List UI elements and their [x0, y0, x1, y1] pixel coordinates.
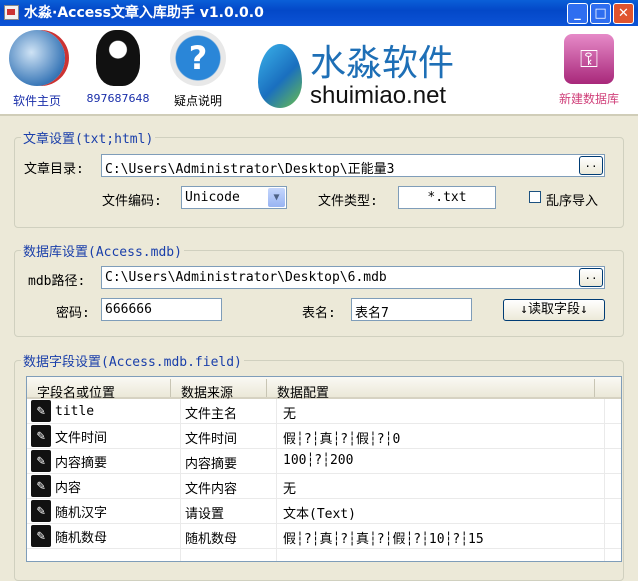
- edit-pencil-icon[interactable]: ✎: [31, 525, 51, 547]
- browse-dir-button[interactable]: ..: [579, 156, 603, 175]
- article-settings-legend: 文章设置(txt;html): [23, 132, 154, 147]
- field-config-cell[interactable]: 无: [277, 399, 605, 423]
- field-source-cell[interactable]: 文件主名: [181, 399, 277, 423]
- edit-pencil-icon[interactable]: ✎: [31, 400, 51, 422]
- field-config-cell[interactable]: 100┆?┆200: [277, 449, 605, 473]
- field-source-cell[interactable]: 内容摘要: [181, 449, 277, 473]
- edit-pencil-icon[interactable]: ✎: [31, 475, 51, 497]
- new-database-button[interactable]: ⚿ 新建数据库: [556, 30, 622, 107]
- minimize-button[interactable]: _: [567, 3, 588, 24]
- mdb-path-label: mdb路径:: [28, 274, 86, 289]
- database-settings-group: 数据库设置(Access.mdb): [14, 241, 624, 337]
- help-icon: ?: [170, 30, 226, 86]
- table-row[interactable]: ✎ title 文件主名无: [27, 399, 621, 424]
- field-source-cell[interactable]: 文件内容: [181, 474, 277, 498]
- read-fields-button[interactable]: ↓读取字段↓: [503, 299, 605, 321]
- field-settings-legend: 数据字段设置(Access.mdb.field): [23, 355, 242, 370]
- qq-button[interactable]: 897687648: [86, 30, 150, 105]
- column-header-name[interactable]: 字段名或位置: [27, 379, 171, 401]
- help-button[interactable]: ? 疑点说明: [170, 30, 226, 109]
- field-name-cell[interactable]: ✎ 内容: [27, 474, 181, 498]
- table-row[interactable]: ✎ 随机数母 随机数母 假┆?┆真┆?┆真┆?┆假┆?┆10┆?┆15: [27, 524, 621, 549]
- field-source-cell[interactable]: 文件时间: [181, 424, 277, 448]
- new-database-label: 新建数据库: [558, 92, 619, 106]
- field-config-cell[interactable]: 假┆?┆真┆?┆真┆?┆假┆?┆10┆?┆15: [277, 524, 605, 548]
- encoding-value: Unicode: [185, 190, 240, 205]
- field-name-cell[interactable]: ✎ 内容摘要: [27, 449, 181, 473]
- title-bar: 水淼·Access文章入库助手 v1.0.0.0 _ □ ✕: [0, 0, 638, 26]
- table-row[interactable]: ✎ 内容摘要 内容摘要 100┆?┆200: [27, 449, 621, 474]
- shuffle-label: 乱序导入: [546, 194, 599, 209]
- chevron-down-icon: ▼: [268, 188, 285, 207]
- password-input[interactable]: 666666: [101, 298, 222, 321]
- browse-mdb-button[interactable]: ..: [579, 268, 603, 287]
- field-config-cell[interactable]: 假┆?┆真┆?┆假┆?┆0: [277, 424, 605, 448]
- homepage-button[interactable]: 软件主页: [8, 30, 66, 109]
- logo-text-cn: 水淼软件: [310, 43, 455, 84]
- shuffle-checkbox[interactable]: [529, 191, 541, 203]
- field-name-cell[interactable]: ✎ title: [27, 399, 181, 423]
- window-title: 水淼·Access文章入库助手 v1.0.0.0: [24, 5, 264, 21]
- field-name: title: [55, 403, 95, 419]
- mdb-path-input[interactable]: C:\Users\Administrator\Desktop\6.mdb: [101, 266, 605, 289]
- app-icon: [4, 5, 19, 20]
- homepage-label: 软件主页: [12, 94, 61, 108]
- header-toolbar: 软件主页 897687648 ? 疑点说明 水淼软件 shuimiao.net …: [0, 26, 638, 116]
- encoding-select[interactable]: Unicode ▼: [181, 186, 287, 209]
- field-name-cell[interactable]: ✎ 文件时间: [27, 424, 181, 448]
- field-name-cell[interactable]: ✎ 随机数母: [27, 524, 181, 548]
- globe-icon: [9, 30, 65, 86]
- table-row[interactable]: ✎ 内容 文件内容无: [27, 474, 621, 499]
- qq-label: 897687648: [86, 92, 150, 105]
- database-settings-legend: 数据库设置(Access.mdb): [23, 245, 182, 260]
- qq-penguin-icon: [96, 30, 140, 86]
- field-source-cell[interactable]: 请设置: [181, 499, 277, 523]
- field-name-cell[interactable]: ✎ 随机汉字: [27, 499, 181, 523]
- table-header: 字段名或位置 数据来源 数据配置: [27, 377, 621, 401]
- file-type-label: 文件类型:: [318, 194, 378, 209]
- field-name: 文件时间: [55, 430, 108, 446]
- edit-pencil-icon[interactable]: ✎: [31, 500, 51, 522]
- field-config-cell[interactable]: 文本(Text): [277, 499, 605, 523]
- article-dir-label: 文章目录:: [24, 162, 84, 177]
- field-name: 随机数母: [55, 530, 108, 546]
- article-dir-input[interactable]: C:\Users\Administrator\Desktop\正能量3: [101, 154, 605, 177]
- table-row[interactable]: ✎ 随机汉字 请设置 文本(Text): [27, 499, 621, 524]
- maximize-button[interactable]: □: [590, 3, 611, 24]
- table-name-input[interactable]: 表名7: [351, 298, 472, 321]
- field-config-cell[interactable]: 无: [277, 474, 605, 498]
- help-label: 疑点说明: [173, 94, 222, 108]
- close-button[interactable]: ✕: [613, 3, 634, 24]
- field-name: 内容: [55, 480, 82, 496]
- article-settings-group: 文章设置(txt;html): [14, 128, 624, 228]
- fields-table: 字段名或位置 数据来源 数据配置 ✎ title 文件主名无 ✎ 文件时间 文件时间 假┆?…: [26, 376, 622, 562]
- edit-pencil-icon[interactable]: ✎: [31, 425, 51, 447]
- access-key-icon: ⚿: [564, 34, 614, 84]
- water-drop-icon: [258, 44, 302, 108]
- field-source-cell[interactable]: 随机数母: [181, 524, 277, 548]
- logo-text-en: shuimiao.net: [310, 82, 447, 109]
- column-header-source[interactable]: 数据来源: [171, 379, 267, 401]
- empty-row: [27, 549, 621, 561]
- encoding-label: 文件编码:: [102, 194, 162, 209]
- logo: 水淼软件 shuimiao.net: [258, 34, 468, 114]
- column-header-config[interactable]: 数据配置: [267, 379, 595, 401]
- table-name-label: 表名:: [302, 306, 336, 321]
- file-type-input[interactable]: *.txt: [398, 186, 496, 209]
- password-label: 密码:: [56, 306, 90, 321]
- field-name: 内容摘要: [55, 455, 108, 471]
- table-row[interactable]: ✎ 文件时间 文件时间 假┆?┆真┆?┆假┆?┆0: [27, 424, 621, 449]
- edit-pencil-icon[interactable]: ✎: [31, 450, 51, 472]
- field-name: 随机汉字: [55, 505, 108, 521]
